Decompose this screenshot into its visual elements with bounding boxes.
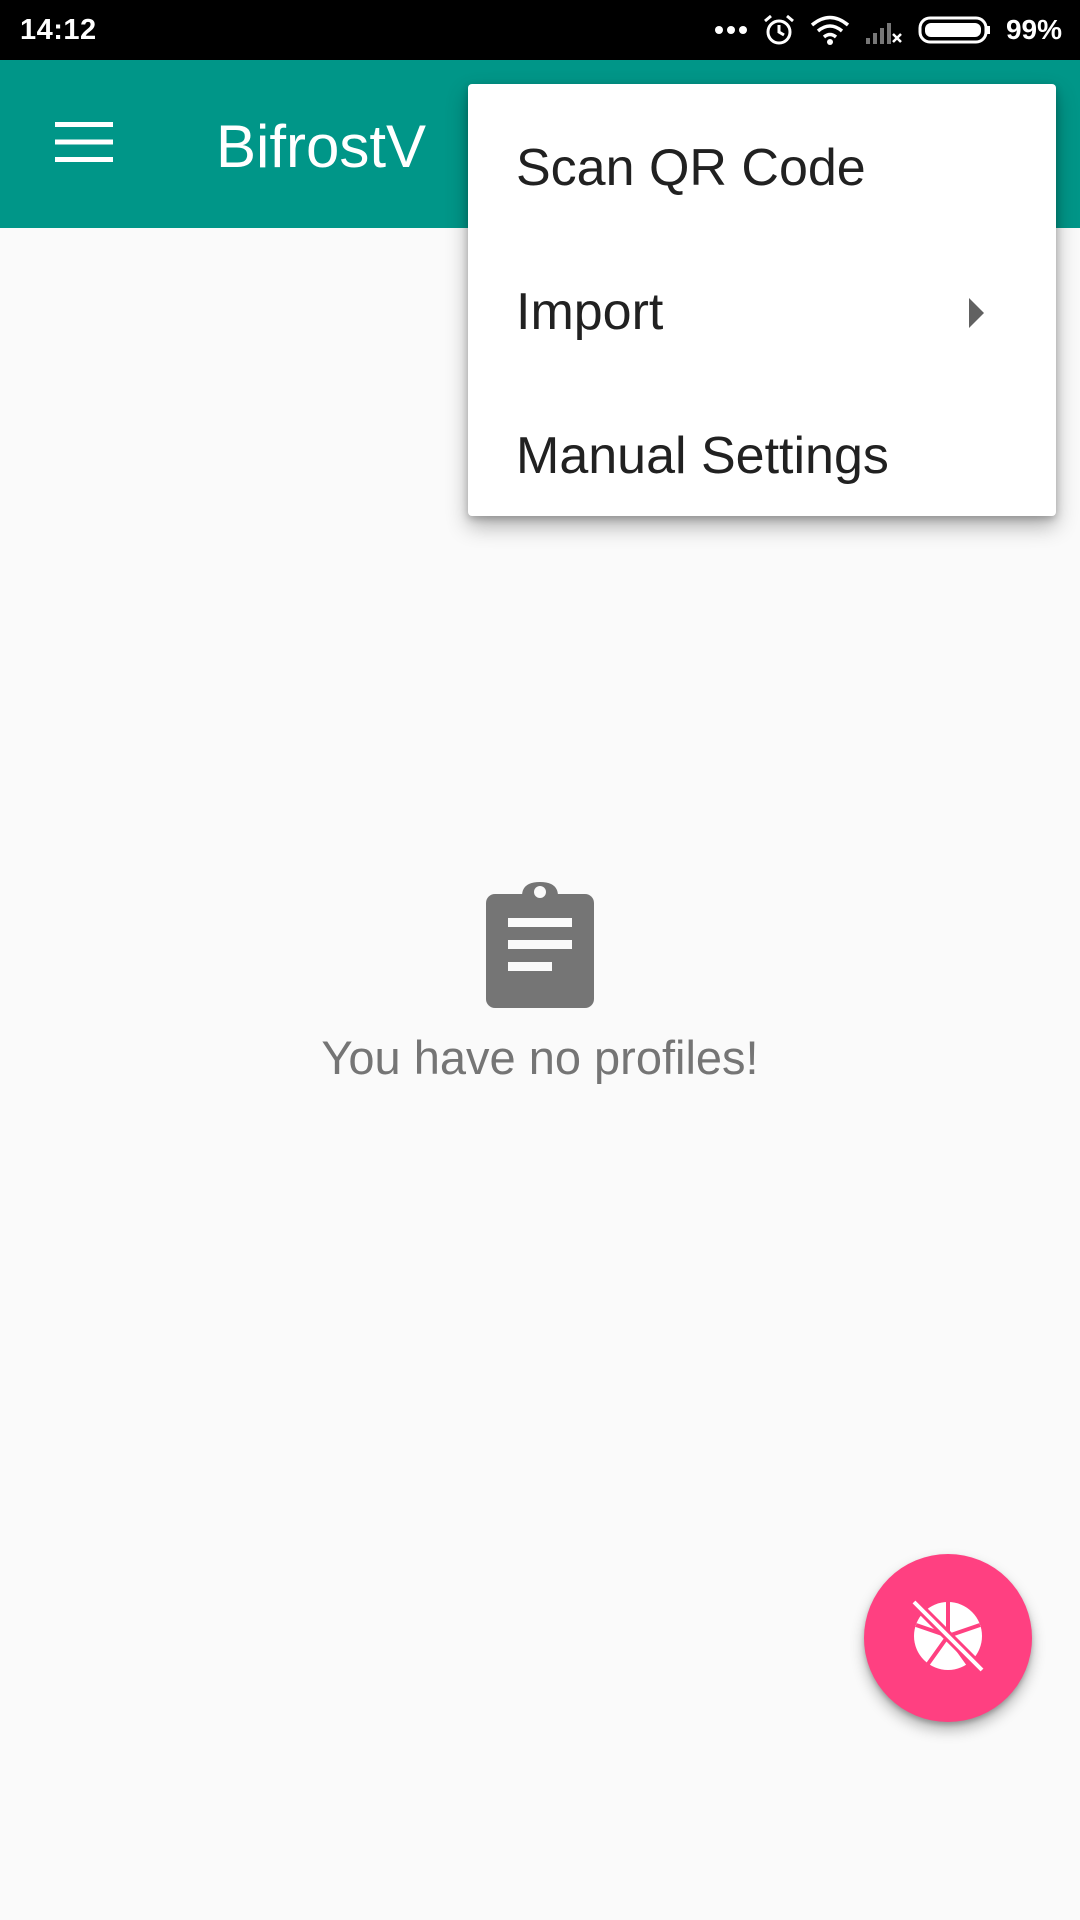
overflow-menu: Scan QR Code Import Manual Settings (468, 84, 1056, 516)
clipboard-icon (484, 880, 596, 1010)
menu-item-scan-qr-code[interactable]: Scan QR Code (468, 96, 1056, 240)
status-time: 14:12 (20, 13, 97, 46)
shutter-off-icon (910, 1597, 986, 1679)
empty-state: You have no profiles! (0, 880, 1080, 1085)
status-icons: 99% (714, 13, 1062, 47)
fab-button[interactable] (864, 1554, 1032, 1722)
menu-item-label: Manual Settings (516, 427, 889, 485)
alarm-icon (762, 13, 796, 47)
status-bar: 14:12 99% (0, 0, 1080, 60)
menu-item-import[interactable]: Import (468, 240, 1056, 384)
hamburger-menu-button[interactable] (38, 104, 130, 184)
empty-state-message: You have no profiles! (321, 1031, 759, 1084)
menu-item-manual-settings[interactable]: Manual Settings (468, 384, 1056, 528)
more-dots-icon (714, 24, 748, 36)
hamburger-menu-icon (55, 121, 113, 168)
signal-no-service-icon (864, 14, 904, 46)
submenu-arrow-icon (969, 298, 984, 328)
screen: 14:12 99% BifrostV You have no profiles!… (0, 0, 1080, 1920)
battery-icon (918, 14, 992, 46)
app-title: BifrostV (216, 113, 427, 180)
battery-percent: 99% (1005, 14, 1062, 45)
menu-item-label: Import (516, 283, 664, 341)
menu-item-label: Scan QR Code (516, 139, 866, 197)
wifi-icon (810, 14, 850, 46)
